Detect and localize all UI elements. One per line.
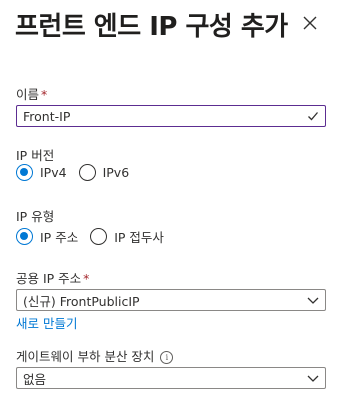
radio-unchecked-icon xyxy=(90,228,108,245)
public-ip-selected-value: (신규) FrontPublicIP xyxy=(23,293,140,309)
radio-ipv6[interactable]: IPv6 xyxy=(78,164,129,181)
public-ip-dropdown[interactable]: (신규) FrontPublicIP xyxy=(16,289,326,311)
radio-ipv4[interactable]: IPv4 xyxy=(16,164,67,181)
radio-ip-prefix[interactable]: IP 접두사 xyxy=(90,227,164,246)
radio-ip-address[interactable]: IP 주소 xyxy=(16,227,78,246)
create-new-link[interactable]: 새로 만들기 xyxy=(16,313,77,332)
required-marker: * xyxy=(83,271,90,286)
ip-version-radio-group: IPv4 IPv6 xyxy=(16,164,141,181)
checkmark-icon xyxy=(308,112,318,121)
gateway-lb-dropdown[interactable]: 없음 xyxy=(16,367,326,389)
ip-type-label: IP 유형 xyxy=(16,209,55,224)
info-icon[interactable]: i xyxy=(160,351,174,364)
radio-checked-icon xyxy=(16,228,33,245)
ip-version-label: IP 버전 xyxy=(16,148,55,163)
chevron-down-icon xyxy=(307,297,319,304)
ip-type-radio-group: IP 주소 IP 접두사 xyxy=(16,227,176,246)
gateway-lb-label: 게이트웨이 부하 분산 장치 i xyxy=(16,346,174,365)
name-label: 이름 * xyxy=(16,87,48,102)
name-input-value: Front-IP xyxy=(23,108,71,124)
chevron-down-icon xyxy=(307,375,319,382)
radio-unchecked-icon xyxy=(78,164,96,181)
radio-checked-icon xyxy=(16,164,33,181)
required-marker: * xyxy=(41,87,48,102)
gateway-lb-selected-value: 없음 xyxy=(23,371,47,387)
public-ip-label: 공용 IP 주소 * xyxy=(16,271,90,286)
name-input[interactable]: Front-IP xyxy=(16,105,326,127)
close-icon[interactable] xyxy=(300,13,320,33)
panel-title: 프런트 엔드 IP 구성 추가 xyxy=(15,12,288,42)
